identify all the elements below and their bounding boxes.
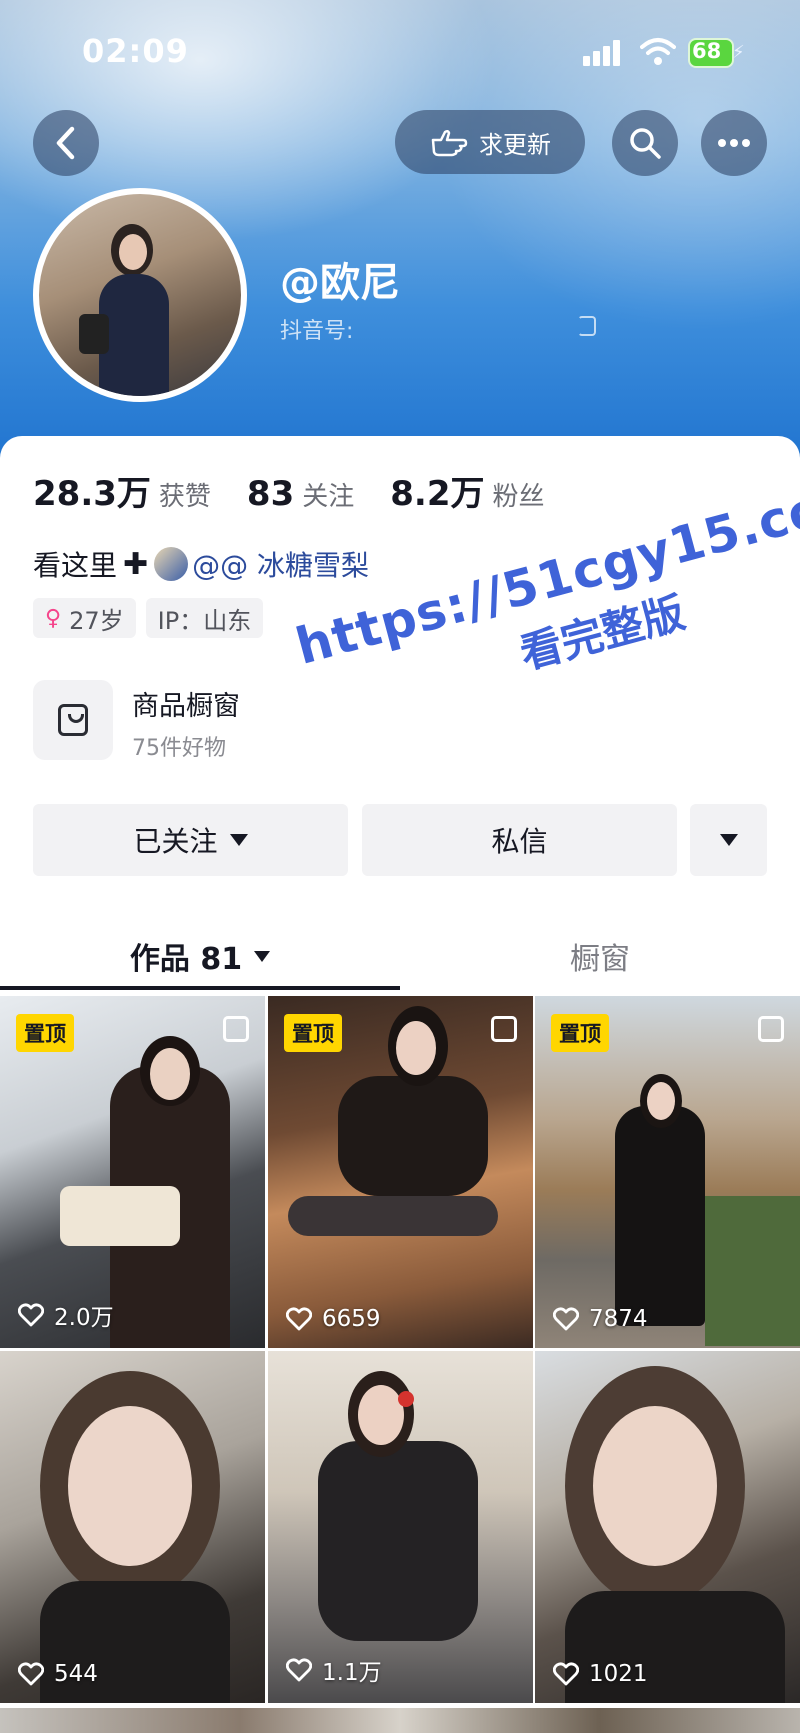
- wifi-icon: [640, 38, 676, 65]
- signal-icon: [583, 40, 625, 66]
- mention-avatar: [154, 547, 189, 581]
- profile-stats: 28.3万 获赞 83 关注 8.2万 粉丝: [33, 466, 581, 515]
- message-label: 私信: [491, 825, 548, 858]
- search-icon: [630, 128, 661, 159]
- status-bar: 02:09 68 ⚡: [0, 0, 800, 100]
- followers-count[interactable]: 8.2万: [390, 466, 484, 515]
- heart-icon: [286, 1658, 312, 1682]
- bio-mention-link[interactable]: @@ 冰糖雪梨: [192, 544, 369, 584]
- more-actions-dropdown[interactable]: [690, 804, 767, 876]
- request-update-label: 求更新: [479, 130, 551, 159]
- video-thumbnail[interactable]: 置顶 7874: [535, 996, 800, 1348]
- back-button[interactable]: [33, 110, 99, 176]
- shop-window-title[interactable]: 商品橱窗: [132, 684, 240, 723]
- caret-down-icon: [719, 834, 738, 846]
- shop-window-subtitle: 75件好物: [132, 736, 226, 761]
- video-thumbnail[interactable]: 置顶 2.0万: [0, 996, 265, 1348]
- video-thumbnail[interactable]: 544: [0, 1351, 265, 1703]
- likes-count-text: 2.0万: [54, 1305, 114, 1331]
- video-likes: 7874: [553, 1306, 648, 1332]
- likes-count-text: 1.1万: [322, 1660, 382, 1686]
- request-update-button[interactable]: 求更新: [395, 110, 585, 174]
- search-button[interactable]: [612, 110, 678, 176]
- pinned-badge: 置顶: [16, 1014, 74, 1052]
- following-count[interactable]: 83: [247, 474, 294, 514]
- heart-icon: [553, 1307, 579, 1331]
- video-thumbnail[interactable]: 1021: [535, 1351, 800, 1703]
- female-icon: ♀: [45, 605, 62, 631]
- copy-icon[interactable]: [578, 316, 596, 336]
- battery-icon: 68 ⚡: [688, 38, 745, 68]
- caret-down-icon: [254, 950, 271, 962]
- more-dots-icon: [718, 139, 750, 147]
- status-time: 02:09: [82, 32, 189, 70]
- active-tab-indicator: [0, 986, 400, 990]
- likes-count: 28.3万: [33, 474, 151, 514]
- profile-bio: 看这里 ✚ @@ 冰糖雪梨: [33, 544, 369, 584]
- profile-avatar[interactable]: [33, 188, 247, 402]
- select-checkbox[interactable]: [491, 1016, 517, 1042]
- tab-works[interactable]: 作品 81: [0, 920, 400, 992]
- age-text: 27岁: [69, 606, 124, 635]
- caret-down-icon: [229, 834, 248, 846]
- likes-count-text: 7874: [589, 1306, 648, 1332]
- plus-icon: ✚: [123, 546, 149, 582]
- video-likes: 6659: [286, 1306, 381, 1332]
- pinned-badge: 置顶: [284, 1014, 342, 1052]
- battery-level: 68: [692, 39, 722, 63]
- followed-label: 已关注: [133, 825, 218, 858]
- likes-count-text: 544: [54, 1661, 98, 1687]
- heart-icon: [18, 1662, 44, 1686]
- pinned-badge: 置顶: [551, 1014, 609, 1052]
- more-options-button[interactable]: [701, 110, 767, 176]
- chevron-left-icon: [56, 126, 75, 160]
- charging-icon: ⚡: [732, 42, 745, 63]
- bio-text: 看这里: [33, 549, 118, 582]
- video-likes: 1021: [553, 1661, 648, 1687]
- heart-icon: [286, 1307, 312, 1331]
- tab-shop-window[interactable]: 橱窗: [400, 920, 800, 992]
- message-button[interactable]: 私信: [362, 804, 677, 876]
- video-likes: 2.0万: [18, 1298, 114, 1332]
- following-label[interactable]: 关注: [302, 476, 354, 513]
- tab-works-label: 作品 81: [129, 942, 243, 977]
- likes-label: 获赞: [158, 482, 211, 512]
- tab-shop-window-label: 橱窗: [570, 942, 630, 977]
- profile-tags: ♀ 27岁 IP：山东: [33, 598, 273, 638]
- ip-text: IP：山东: [157, 606, 252, 635]
- profile-name: @欧尼: [280, 260, 400, 306]
- ip-tag: IP：山东: [145, 598, 264, 638]
- age-tag: ♀ 27岁: [33, 598, 136, 638]
- video-likes: 544: [18, 1661, 98, 1687]
- select-checkbox[interactable]: [758, 1016, 784, 1042]
- video-thumbnail[interactable]: 置顶 6659: [268, 996, 533, 1348]
- video-likes: 1.1万: [286, 1653, 382, 1687]
- shop-window-button[interactable]: [33, 680, 113, 760]
- content-tabs: 作品 81 橱窗: [0, 920, 800, 992]
- select-checkbox[interactable]: [223, 1016, 249, 1042]
- heart-icon: [553, 1662, 579, 1686]
- pointing-hand-icon: [431, 129, 468, 157]
- likes-count-text: 1021: [589, 1661, 648, 1687]
- heart-icon: [18, 1303, 44, 1327]
- next-row-thumbnails: [0, 1708, 800, 1733]
- douyin-id-label: 抖音号:: [280, 319, 354, 344]
- likes-count-text: 6659: [322, 1306, 381, 1332]
- followers-label[interactable]: 粉丝: [492, 476, 544, 513]
- shopping-bag-icon: [58, 704, 88, 736]
- followed-button[interactable]: 已关注: [33, 804, 348, 876]
- video-thumbnail[interactable]: 1.1万: [268, 1351, 533, 1703]
